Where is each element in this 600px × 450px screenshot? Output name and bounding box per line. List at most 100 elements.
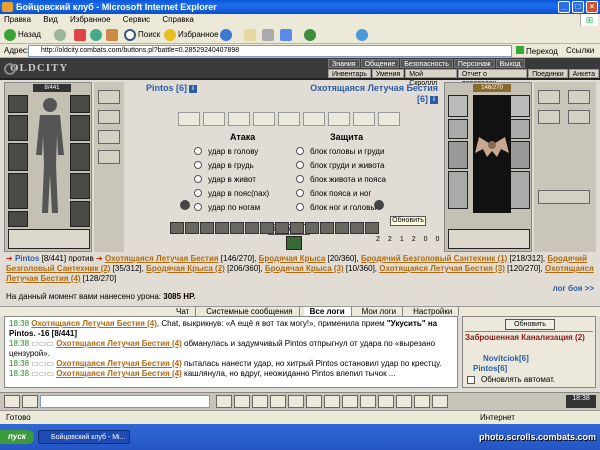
defense-option[interactable]: блок ног и головы bbox=[296, 202, 376, 212]
defense-option[interactable]: блок пояса и ног bbox=[296, 188, 371, 198]
nav-security[interactable]: Безопасность bbox=[400, 59, 453, 68]
forward-nav-button[interactable] bbox=[54, 28, 68, 42]
skill-icon[interactable] bbox=[305, 222, 319, 234]
radio-icon[interactable] bbox=[194, 189, 202, 197]
enemy-link[interactable]: Бродячая Крыса (3) bbox=[265, 264, 344, 273]
nav-profile[interactable]: Анкета bbox=[568, 69, 599, 78]
favorites-button[interactable]: Избранное bbox=[164, 28, 219, 42]
nav-exit[interactable]: Выход bbox=[495, 59, 525, 68]
discuss-button[interactable] bbox=[356, 28, 370, 42]
radio-icon[interactable] bbox=[194, 147, 202, 155]
menu-favorites[interactable]: Избранное bbox=[70, 15, 111, 24]
attack-option[interactable]: удар по ногам bbox=[194, 202, 260, 212]
refresh-page-button[interactable] bbox=[90, 28, 104, 42]
radio-icon[interactable] bbox=[296, 189, 304, 197]
menu-edit[interactable]: Правка bbox=[4, 15, 31, 24]
skill-icon[interactable] bbox=[200, 222, 214, 234]
print-button[interactable] bbox=[262, 28, 276, 42]
skill-icon[interactable] bbox=[320, 222, 334, 234]
auto-refresh-checkbox[interactable]: Обновлять автомат. bbox=[467, 375, 555, 384]
chat-mode-icon[interactable] bbox=[4, 395, 20, 408]
map-icon[interactable] bbox=[342, 395, 358, 408]
user-link[interactable]: Novitcіok[6] bbox=[483, 354, 529, 363]
attack-option[interactable]: удар в грудь bbox=[194, 160, 254, 170]
radio-icon[interactable] bbox=[296, 175, 304, 183]
shield-slot[interactable] bbox=[70, 143, 90, 171]
skill-icon[interactable] bbox=[170, 222, 184, 234]
skill-icon[interactable] bbox=[365, 222, 379, 234]
fight-log-link[interactable]: лог боя >> bbox=[553, 284, 594, 293]
tab-all-logs[interactable]: Все логи bbox=[303, 307, 352, 316]
links-button[interactable]: Ссылки bbox=[566, 44, 594, 58]
defense-option[interactable]: блок груди и живота bbox=[296, 160, 385, 170]
user-link[interactable]: Pintos[6] bbox=[473, 364, 507, 373]
private-icon[interactable] bbox=[288, 395, 304, 408]
enemy-link[interactable]: Бродячая Крыса bbox=[259, 254, 326, 263]
tab-system[interactable]: Системные сообщения bbox=[200, 307, 300, 316]
ring-slot[interactable] bbox=[70, 173, 90, 199]
refresh-tooltip[interactable]: Обновить bbox=[390, 216, 426, 226]
search-button[interactable]: Поиск bbox=[124, 28, 160, 42]
skill-icon[interactable] bbox=[230, 222, 244, 234]
tab-my-logs[interactable]: Мои логи bbox=[355, 307, 404, 316]
radio-icon[interactable] bbox=[194, 161, 202, 169]
skill-icon[interactable] bbox=[275, 222, 289, 234]
menu-view[interactable]: Вид bbox=[43, 15, 57, 24]
maximize-button[interactable]: □ bbox=[572, 1, 584, 13]
radio-icon[interactable] bbox=[194, 203, 202, 211]
minimize-button[interactable]: _ bbox=[558, 1, 570, 13]
nav-fights[interactable]: Поединки bbox=[528, 69, 568, 78]
weapon-slot[interactable] bbox=[8, 143, 28, 171]
belt-slot[interactable] bbox=[8, 211, 28, 227]
back-button[interactable]: Назад bbox=[4, 28, 41, 42]
armor-slot[interactable] bbox=[8, 173, 28, 209]
clear-icon[interactable] bbox=[234, 395, 250, 408]
skill-icon[interactable] bbox=[290, 222, 304, 234]
attack-option[interactable]: удар в голову bbox=[194, 146, 258, 156]
participant-player[interactable]: Pintos bbox=[15, 254, 39, 263]
info-icon[interactable]: i bbox=[430, 95, 438, 104]
smile-icon[interactable] bbox=[22, 395, 38, 408]
skill-icon[interactable] bbox=[185, 222, 199, 234]
send-icon[interactable] bbox=[216, 395, 232, 408]
radio-icon[interactable] bbox=[194, 175, 202, 183]
attack-option[interactable]: удар в пояс(пах) bbox=[194, 188, 269, 198]
skill-icon[interactable] bbox=[215, 222, 229, 234]
sound-icon[interactable] bbox=[306, 395, 322, 408]
home-button[interactable] bbox=[106, 28, 120, 42]
spell-slots[interactable] bbox=[8, 229, 90, 249]
help-icon[interactable] bbox=[414, 395, 430, 408]
opponent-name[interactable]: Охотящаяся Летучая Бестия bbox=[310, 83, 438, 93]
radio-icon[interactable] bbox=[296, 147, 304, 155]
mail-button[interactable] bbox=[244, 28, 258, 42]
nav-character[interactable]: Персонаж bbox=[453, 59, 495, 68]
nav-inventory[interactable]: Инвентарь bbox=[328, 69, 371, 78]
enemy-link[interactable]: Охотящаяся Летучая Бестия bbox=[105, 254, 219, 263]
menu-tools[interactable]: Сервис bbox=[123, 15, 150, 24]
radio-icon[interactable] bbox=[296, 161, 304, 169]
radio-icon[interactable] bbox=[296, 203, 304, 211]
attack-option[interactable]: удар в живот bbox=[194, 174, 256, 184]
nav-transfers[interactable]: Отчет о переводах bbox=[457, 69, 528, 87]
checkbox-icon[interactable] bbox=[467, 375, 475, 384]
settings-icon[interactable] bbox=[324, 395, 340, 408]
quest-icon[interactable] bbox=[360, 395, 376, 408]
nav-knowledge[interactable]: Знания bbox=[328, 59, 360, 68]
defense-option[interactable]: блок головы и груди bbox=[296, 146, 384, 156]
earring-slot[interactable] bbox=[70, 95, 90, 113]
gloves-slot[interactable] bbox=[70, 115, 90, 141]
rune-slot-1[interactable] bbox=[98, 90, 120, 104]
menu-help[interactable]: Справка bbox=[162, 15, 193, 24]
enemy-link[interactable]: Бродячий Безголовый Сантехник (1) bbox=[361, 254, 507, 263]
tab-chat[interactable]: Чат bbox=[170, 307, 197, 316]
nav-scroll[interactable]: Мой Скроллл bbox=[405, 69, 457, 87]
skill-icon[interactable] bbox=[245, 222, 259, 234]
friends-icon[interactable] bbox=[252, 395, 268, 408]
stop-button[interactable] bbox=[74, 28, 88, 42]
close-button[interactable]: × bbox=[586, 1, 598, 13]
chat-input[interactable] bbox=[40, 395, 210, 408]
start-button[interactable]: пуск bbox=[0, 430, 34, 444]
filter-icon[interactable] bbox=[270, 395, 286, 408]
info-icon[interactable]: i bbox=[189, 84, 198, 93]
rune-slot-2[interactable] bbox=[98, 110, 120, 124]
